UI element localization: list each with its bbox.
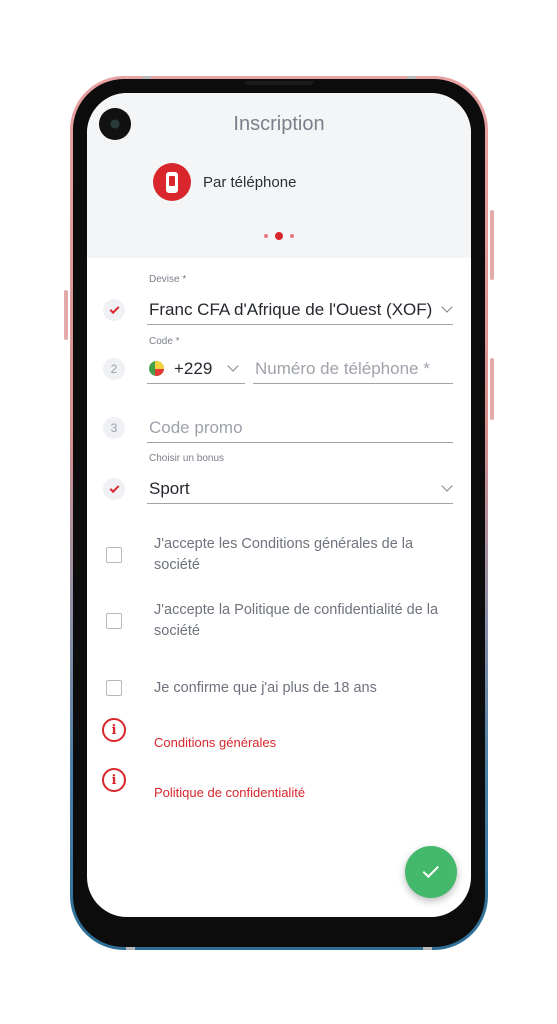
check-icon: [109, 482, 119, 493]
info-icon: i: [102, 768, 126, 792]
privacy-checkbox[interactable]: [106, 613, 122, 629]
method-label: Par téléphone: [203, 173, 297, 191]
promo-code-placeholder: Code promo: [149, 417, 243, 437]
terms-checkbox-label[interactable]: J'accepte les Conditions générales de la…: [154, 534, 443, 576]
power-button: [490, 358, 494, 420]
age-checkbox-label[interactable]: Je confirme que j'ai plus de 18 ans: [154, 678, 443, 699]
pager-dot[interactable]: [290, 234, 294, 238]
benin-flag-icon: [149, 361, 164, 376]
country-code-select[interactable]: +229: [147, 354, 245, 384]
registration-header: Inscription Par téléphone: [87, 93, 471, 258]
app-screen: Inscription Par téléphone Devise * Franc…: [87, 93, 471, 917]
promo-code-input[interactable]: Code promo: [147, 413, 453, 443]
antenna-line: [423, 947, 432, 950]
phone-number-input[interactable]: Numéro de téléphone *: [253, 354, 453, 384]
check-icon: [109, 303, 119, 314]
terms-checkbox[interactable]: [106, 547, 122, 563]
step-number-3: 3: [103, 417, 125, 439]
pager-dot-active[interactable]: [275, 232, 283, 240]
pager-dot[interactable]: [264, 234, 268, 238]
step-number-2: 2: [103, 358, 125, 380]
step-done-indicator: [103, 478, 125, 500]
phone-number-placeholder: Numéro de téléphone *: [255, 358, 430, 378]
chevron-down-icon: [441, 301, 453, 313]
bonus-select[interactable]: Sport: [147, 474, 453, 504]
step-done-indicator: [103, 299, 125, 321]
chevron-down-icon: [227, 360, 239, 372]
bonus-label: Choisir un bonus: [149, 453, 225, 464]
privacy-link[interactable]: Politique de confidentialité: [154, 785, 305, 800]
age-checkbox[interactable]: [106, 680, 122, 696]
country-code-value: +229: [174, 358, 213, 378]
currency-select[interactable]: Franc CFA d'Afrique de l'Ouest (XOF): [147, 295, 453, 325]
code-label: Code *: [149, 336, 180, 347]
privacy-checkbox-label[interactable]: J'accepte la Politique de confidentialit…: [154, 600, 443, 642]
submit-button[interactable]: [405, 846, 457, 898]
speaker-grille: [244, 81, 314, 85]
pager-indicator: [264, 232, 294, 240]
bonus-value: Sport: [149, 478, 190, 498]
chevron-down-icon: [441, 480, 453, 492]
registration-method[interactable]: Par téléphone: [153, 163, 296, 201]
side-button: [64, 290, 68, 340]
check-icon: [422, 861, 439, 879]
info-icon: i: [102, 718, 126, 742]
smartphone-icon: [153, 163, 191, 201]
terms-link[interactable]: Conditions générales: [154, 735, 276, 750]
antenna-line: [126, 947, 135, 950]
currency-value: Franc CFA d'Afrique de l'Ouest (XOF): [149, 299, 433, 319]
phone-bezel: Inscription Par téléphone Devise * Franc…: [73, 79, 485, 947]
volume-button: [490, 210, 494, 280]
currency-label: Devise *: [149, 274, 187, 285]
phone-frame: Inscription Par téléphone Devise * Franc…: [64, 76, 494, 950]
page-title: Inscription: [233, 113, 325, 135]
